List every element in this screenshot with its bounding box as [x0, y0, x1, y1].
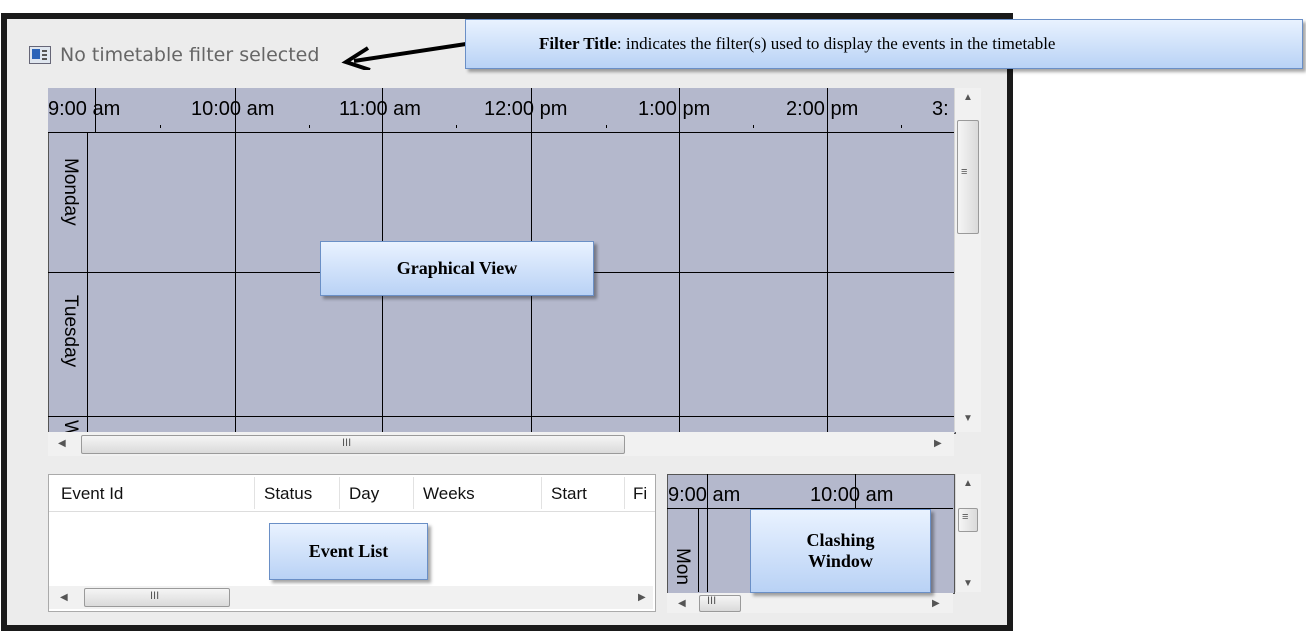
column-separator[interactable] — [624, 477, 625, 509]
column-separator[interactable] — [254, 477, 255, 509]
column-header-status[interactable]: Status — [264, 484, 312, 504]
day-column-divider — [87, 132, 88, 432]
time-label: 10:00 am — [191, 98, 275, 120]
grid-line — [827, 132, 828, 432]
grid-line — [707, 508, 708, 592]
time-label: 9:00 am — [48, 98, 121, 120]
scroll-right-icon[interactable]: ▶ — [934, 438, 942, 449]
callout-filter-title-bold: Filter Title — [539, 34, 617, 53]
clash-time-label: 9:00 am — [668, 484, 741, 506]
time-label: 3: — [932, 98, 949, 120]
half-hour-tick — [160, 125, 161, 128]
scroll-grip-icon: III — [342, 437, 352, 449]
time-label: 11:00 am — [339, 98, 421, 120]
callout-clashing-line2: Window — [808, 551, 873, 571]
time-label: 1:00 pm — [638, 98, 711, 120]
scroll-grip-icon: III — [150, 590, 160, 602]
hour-divider — [679, 88, 680, 132]
column-header-finish[interactable]: Fi — [633, 484, 647, 504]
scroll-up-icon[interactable]: ▲ — [963, 478, 973, 489]
filter-title-text: No timetable filter selected — [60, 44, 320, 66]
scroll-left-icon[interactable]: ◀ — [678, 598, 686, 609]
callout-clashing-window: Clashing Window — [750, 509, 931, 593]
hour-divider — [382, 88, 383, 132]
half-hour-tick — [456, 125, 457, 128]
hour-divider — [235, 88, 236, 132]
half-hour-tick — [606, 125, 607, 128]
column-header-day[interactable]: Day — [349, 484, 379, 504]
half-hour-tick — [753, 125, 754, 128]
column-header-weeks[interactable]: Weeks — [423, 484, 475, 504]
scroll-down-icon[interactable]: ▼ — [963, 578, 973, 589]
clash-vertical-scrollbar[interactable] — [955, 474, 981, 592]
scroll-right-icon[interactable]: ▶ — [932, 598, 940, 609]
scroll-left-icon[interactable]: ◀ — [60, 592, 68, 603]
filter-title-bar: No timetable filter selected — [29, 42, 319, 68]
column-separator[interactable] — [339, 477, 340, 509]
hour-divider — [95, 88, 96, 132]
hour-divider — [827, 88, 828, 132]
column-header-event-id[interactable]: Event Id — [61, 484, 123, 504]
grid-line — [235, 132, 236, 432]
clash-day-label-monday: Mon — [672, 548, 693, 585]
time-header: 9:00 am 10:00 am 11:00 am 12:00 pm 1:00 … — [48, 88, 954, 133]
timetable-filter-icon — [29, 46, 51, 64]
day-label-monday: Monday — [60, 158, 81, 226]
hour-divider — [707, 474, 708, 508]
column-separator[interactable] — [413, 477, 414, 509]
time-label: 2:00 pm — [786, 98, 859, 120]
callout-filter-title: Filter Title: indicates the filter(s) us… — [465, 19, 1303, 69]
callout-filter-title-text: : indicates the filter(s) used to displa… — [616, 34, 1056, 53]
day-label-tuesday: Tuesday — [60, 295, 81, 368]
time-label: 12:00 pm — [484, 98, 568, 120]
column-header-start[interactable]: Start — [551, 484, 587, 504]
grid-line — [679, 132, 680, 432]
scroll-down-icon[interactable]: ▼ — [963, 413, 973, 424]
hour-divider — [531, 88, 532, 132]
column-separator[interactable] — [541, 477, 542, 509]
callout-arrow-icon — [341, 42, 467, 70]
scroll-right-icon[interactable]: ▶ — [638, 592, 646, 603]
day-row-divider — [48, 416, 954, 417]
scroll-left-icon[interactable]: ◀ — [58, 438, 66, 449]
half-hour-tick — [309, 125, 310, 128]
callout-clashing-line1: Clashing — [806, 530, 875, 550]
half-hour-tick — [901, 125, 902, 128]
scroll-grip-icon: ≡ — [962, 511, 969, 523]
day-column-divider — [698, 508, 699, 592]
event-list-header: Event Id Status Day Weeks Start Fi — [49, 475, 655, 512]
scroll-grip-icon: III — [707, 595, 717, 607]
hour-divider — [855, 474, 856, 508]
clash-horizontal-scroll-thumb[interactable] — [699, 595, 741, 612]
scroll-grip-icon: ≡ — [961, 166, 968, 178]
graph-horizontal-scroll-thumb[interactable] — [81, 435, 625, 454]
callout-graphical-view: Graphical View — [320, 241, 594, 296]
callout-event-list: Event List — [269, 523, 428, 580]
scroll-up-icon[interactable]: ▲ — [963, 92, 973, 103]
clash-time-label: 10:00 am — [810, 484, 894, 506]
